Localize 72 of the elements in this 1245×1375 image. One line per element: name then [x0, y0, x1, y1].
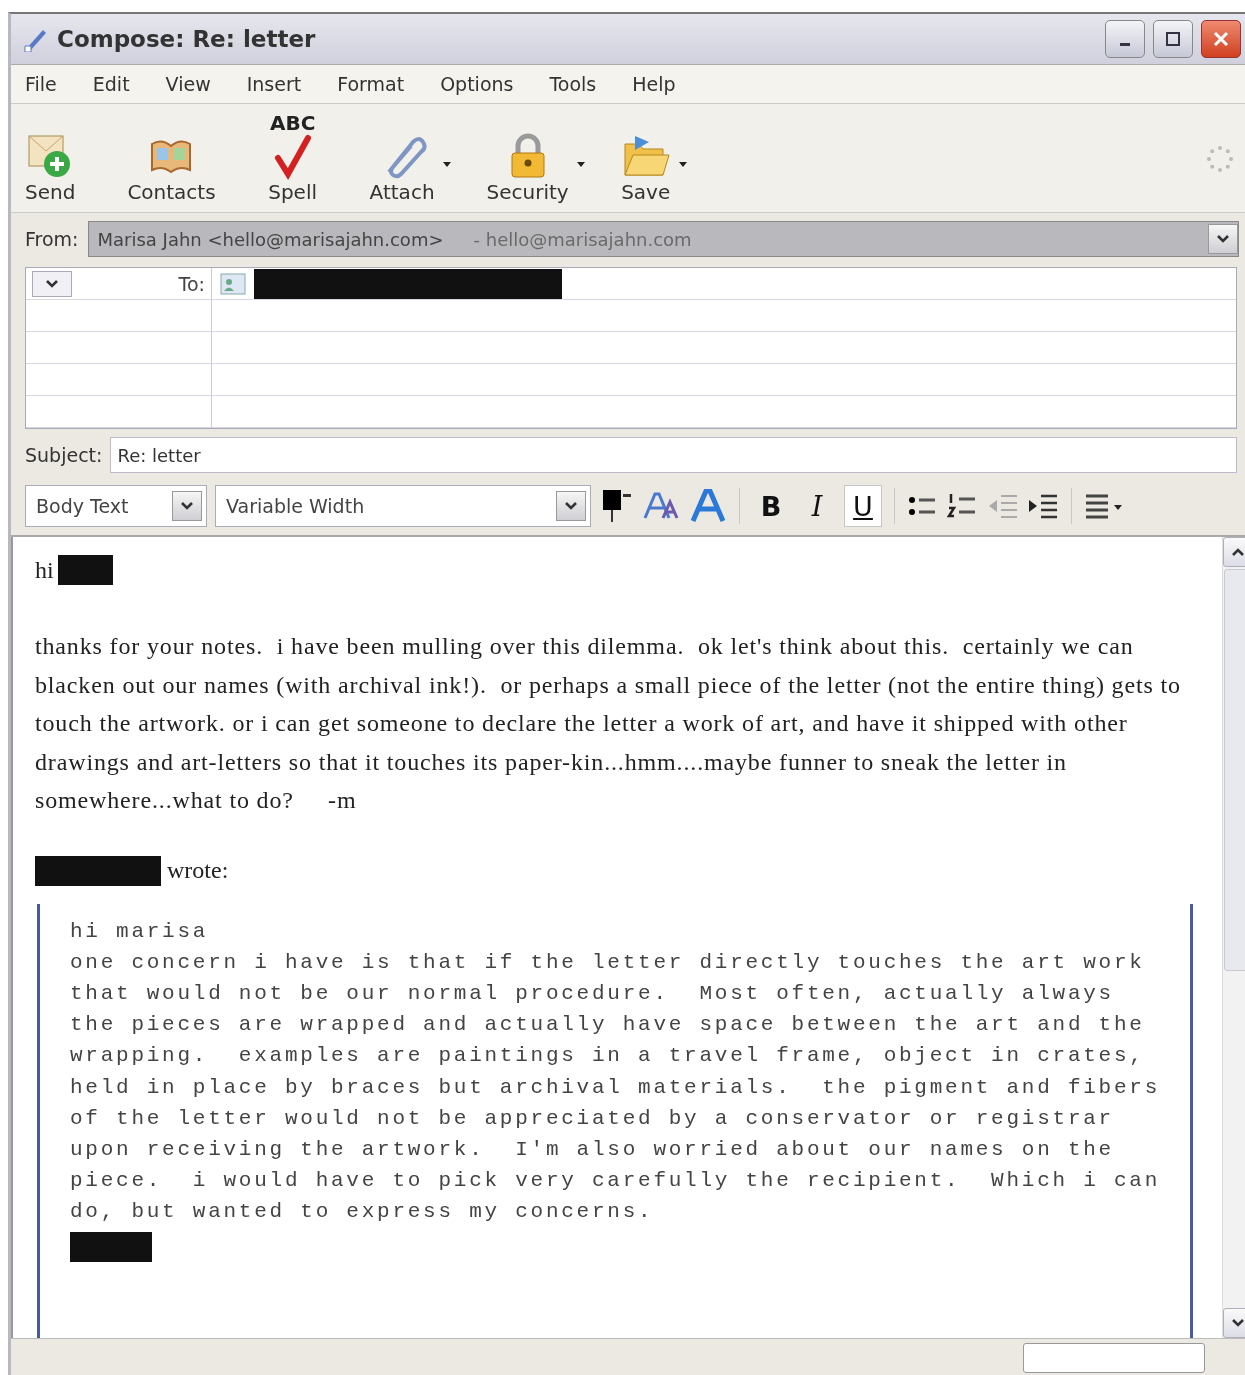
format-button[interactable]: B [752, 485, 790, 527]
toolbar-button[interactable]: ABC Spell [263, 114, 338, 204]
caret-icon [678, 162, 687, 168]
empty-recipient-cell[interactable] [26, 396, 212, 428]
to-label: To: [178, 272, 205, 295]
larger-text-icon [689, 489, 727, 523]
toolbar-button[interactable]: Attach [365, 132, 455, 204]
quoted-line: upon receiving the artwork. I'm also worried about our names on the [70, 1136, 1115, 1163]
indent-icon [1027, 492, 1059, 520]
chevron-icon [1231, 547, 1245, 557]
quoted-line: do, but wanted to express my concerns. [70, 1199, 655, 1226]
menu-item[interactable]: File [19, 71, 87, 97]
menu-item[interactable]: Edit [86, 71, 160, 97]
redaction-bar [57, 555, 113, 585]
maximize-button[interactable] [1153, 20, 1193, 58]
chevron-icon [45, 278, 59, 289]
contact-card-icon [220, 272, 246, 295]
subject-field[interactable]: Re: letter [110, 437, 1237, 473]
dropdown-button[interactable] [172, 491, 202, 521]
scroll-thumb[interactable] [1224, 569, 1245, 971]
quoted-line: piece. i would have to pick very carefully the recipient. Which i can [70, 1168, 1161, 1195]
font-dropdown[interactable]: Variable Width [215, 485, 591, 527]
chevron-icon [1216, 234, 1230, 244]
paragraph-style-dropdown[interactable]: Body Text [25, 485, 207, 527]
empty-recipient-cell[interactable] [26, 364, 212, 396]
from-dropdown[interactable]: Marisa Jahn <hello@marisajahn.com> - hello@marisajahn.com [88, 221, 1239, 257]
quoted-line: wrapping. examples are paintings in a travel frame, object in crates, [70, 1043, 1146, 1070]
toolbar-button[interactable]: Security [482, 132, 589, 204]
chevron-icon [564, 501, 578, 511]
menu-item[interactable]: Format [331, 71, 435, 97]
caret-icon [442, 162, 451, 168]
from-label: From: [25, 228, 79, 250]
outdent-icon [987, 492, 1019, 520]
close-icon [1213, 31, 1229, 47]
scrollbar[interactable] [1222, 537, 1245, 1338]
menu-item[interactable]: Options [434, 71, 544, 97]
dropdown-button[interactable] [556, 491, 586, 521]
chevron-icon [180, 501, 194, 511]
maximize-icon [1165, 31, 1181, 47]
reply-paragraph: thanks for your notes. i have been mulling over this dilemma. ok let's think about this. certainly we can blacken out our names (with archival ink!). or perhaps a small piece of the letter (not the entire thing) gets to touch the artwork. or i can get someone to declare the letter a work of art, and have it shipped with other drawings and art-letters so that it touches its paper-kin...hmm....maybe funner to sneak the letter in somewhere...what to do? -m [35, 632, 1182, 815]
caret-icon [576, 162, 585, 168]
empty-recipient-cell[interactable] [26, 300, 212, 332]
quoted-line: the pieces are wrapped and actually have space between the art and the [70, 1012, 1146, 1039]
quoted-line: held in place by braces but archival materials. the pigment and fibers [70, 1074, 1161, 1101]
menu-item[interactable]: View [159, 71, 241, 97]
quoted-line: hi marisa [70, 918, 210, 945]
attribution-text: wrote: [167, 857, 229, 884]
menu-item[interactable]: Insert [240, 71, 332, 97]
subject-label: Subject: [25, 444, 103, 466]
quoted-line: of the letter would not be appreciated by a conservator or registrar [70, 1105, 1115, 1132]
icon-label: ABC [269, 114, 316, 132]
toolbar-button[interactable]: Send [21, 132, 96, 204]
window-title: Compose: Re: letter [57, 26, 317, 52]
chevron-icon [1231, 1318, 1245, 1328]
greeting-text: hi [35, 556, 54, 584]
minimize-icon [1120, 42, 1130, 46]
spinner-icon [1205, 144, 1235, 174]
scroll-down-button[interactable] [1223, 1308, 1245, 1338]
close-button[interactable] [1201, 20, 1241, 58]
format-button[interactable]: I [798, 485, 836, 527]
minimize-button[interactable] [1105, 20, 1145, 58]
dropdown-button[interactable] [1208, 224, 1238, 254]
quoted-line: one concern i have is that if the letter directly touches the art work [70, 949, 1146, 976]
menu-item[interactable]: Tools [543, 71, 627, 97]
format-button[interactable]: U [844, 485, 882, 527]
toolbar-button[interactable]: Contacts [123, 132, 236, 204]
toolbar-button[interactable]: Save [616, 132, 691, 204]
empty-recipient-cell[interactable] [26, 332, 212, 364]
quoted-line: that would not be our normal procedure. Most often, actually always [70, 980, 1115, 1007]
scroll-up-button[interactable] [1223, 537, 1245, 567]
menu-item[interactable]: Help [626, 71, 706, 97]
address-type-dropdown[interactable] [32, 270, 72, 297]
